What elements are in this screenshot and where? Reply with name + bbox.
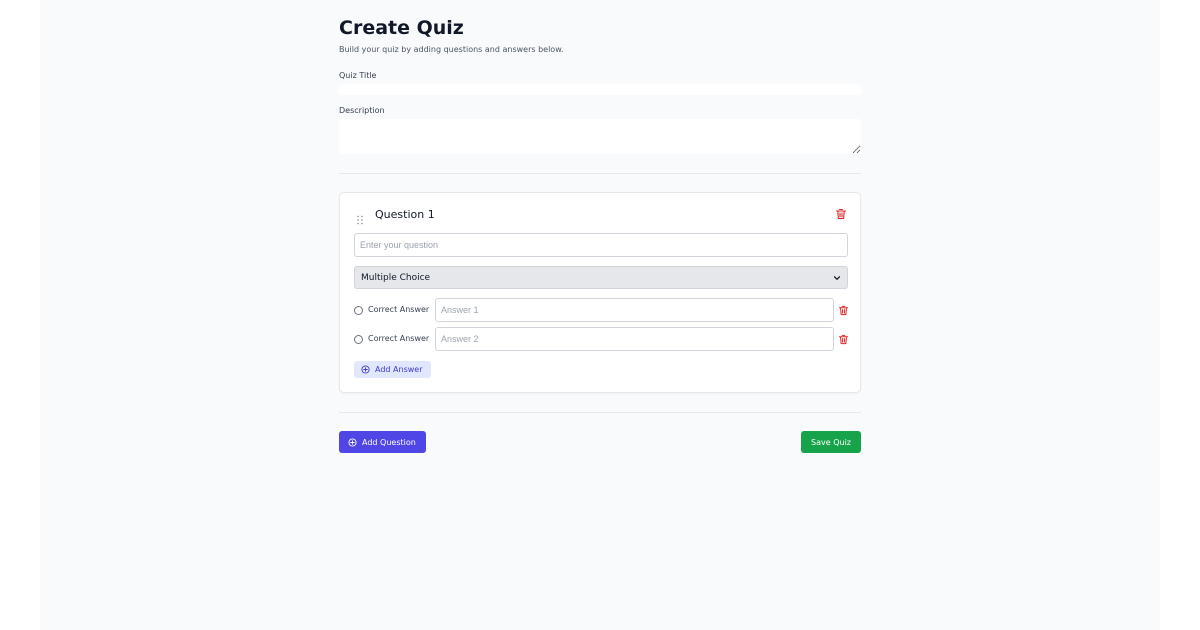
description-label: Description [339, 106, 385, 115]
plus-circle-icon [348, 437, 357, 447]
delete-question-button[interactable] [835, 208, 847, 220]
save-quiz-button[interactable]: Save Quiz [801, 431, 861, 453]
drag-handle-icon[interactable] [356, 210, 364, 225]
question-heading: Question 1 [375, 208, 435, 221]
question-input[interactable] [354, 233, 848, 257]
delete-answer-button-2[interactable] [838, 333, 850, 345]
add-question-button[interactable]: Add Question [339, 431, 426, 453]
trash-icon [835, 208, 847, 220]
question-type-select[interactable]: Multiple Choice [354, 266, 848, 289]
description-textarea[interactable] [339, 119, 861, 154]
add-question-label: Add Question [362, 437, 416, 447]
correct-answer-radio-1[interactable] [354, 306, 363, 315]
plus-circle-icon [361, 365, 370, 374]
quiz-title-label: Quiz Title [339, 71, 377, 80]
delete-answer-button-1[interactable] [838, 304, 850, 316]
page-subtitle: Build your quiz by adding questions and … [339, 45, 564, 54]
correct-answer-label-1: Correct Answer [368, 305, 430, 314]
actions-divider [339, 412, 861, 413]
section-divider [339, 173, 861, 174]
correct-answer-label-2: Correct Answer [368, 334, 430, 343]
trash-icon [838, 334, 849, 344]
correct-answer-radio-2[interactable] [354, 335, 363, 344]
chevron-down-icon [833, 275, 841, 280]
question-card: Question 1 Multiple Choice Correct Answe… [339, 192, 861, 393]
add-answer-button[interactable]: Add Answer [354, 361, 431, 378]
answer-row-1: Correct Answer [354, 298, 850, 322]
trash-icon [838, 305, 849, 315]
add-answer-label: Add Answer [375, 365, 423, 374]
page-background: Create Quiz Build your quiz by adding qu… [40, 0, 1160, 630]
answer-input-2[interactable] [435, 327, 834, 351]
answer-input-1[interactable] [435, 298, 834, 322]
answer-row-2: Correct Answer [354, 327, 850, 351]
question-type-value: Multiple Choice [361, 272, 431, 283]
quiz-title-input[interactable] [339, 84, 861, 95]
page-title: Create Quiz [339, 17, 464, 39]
